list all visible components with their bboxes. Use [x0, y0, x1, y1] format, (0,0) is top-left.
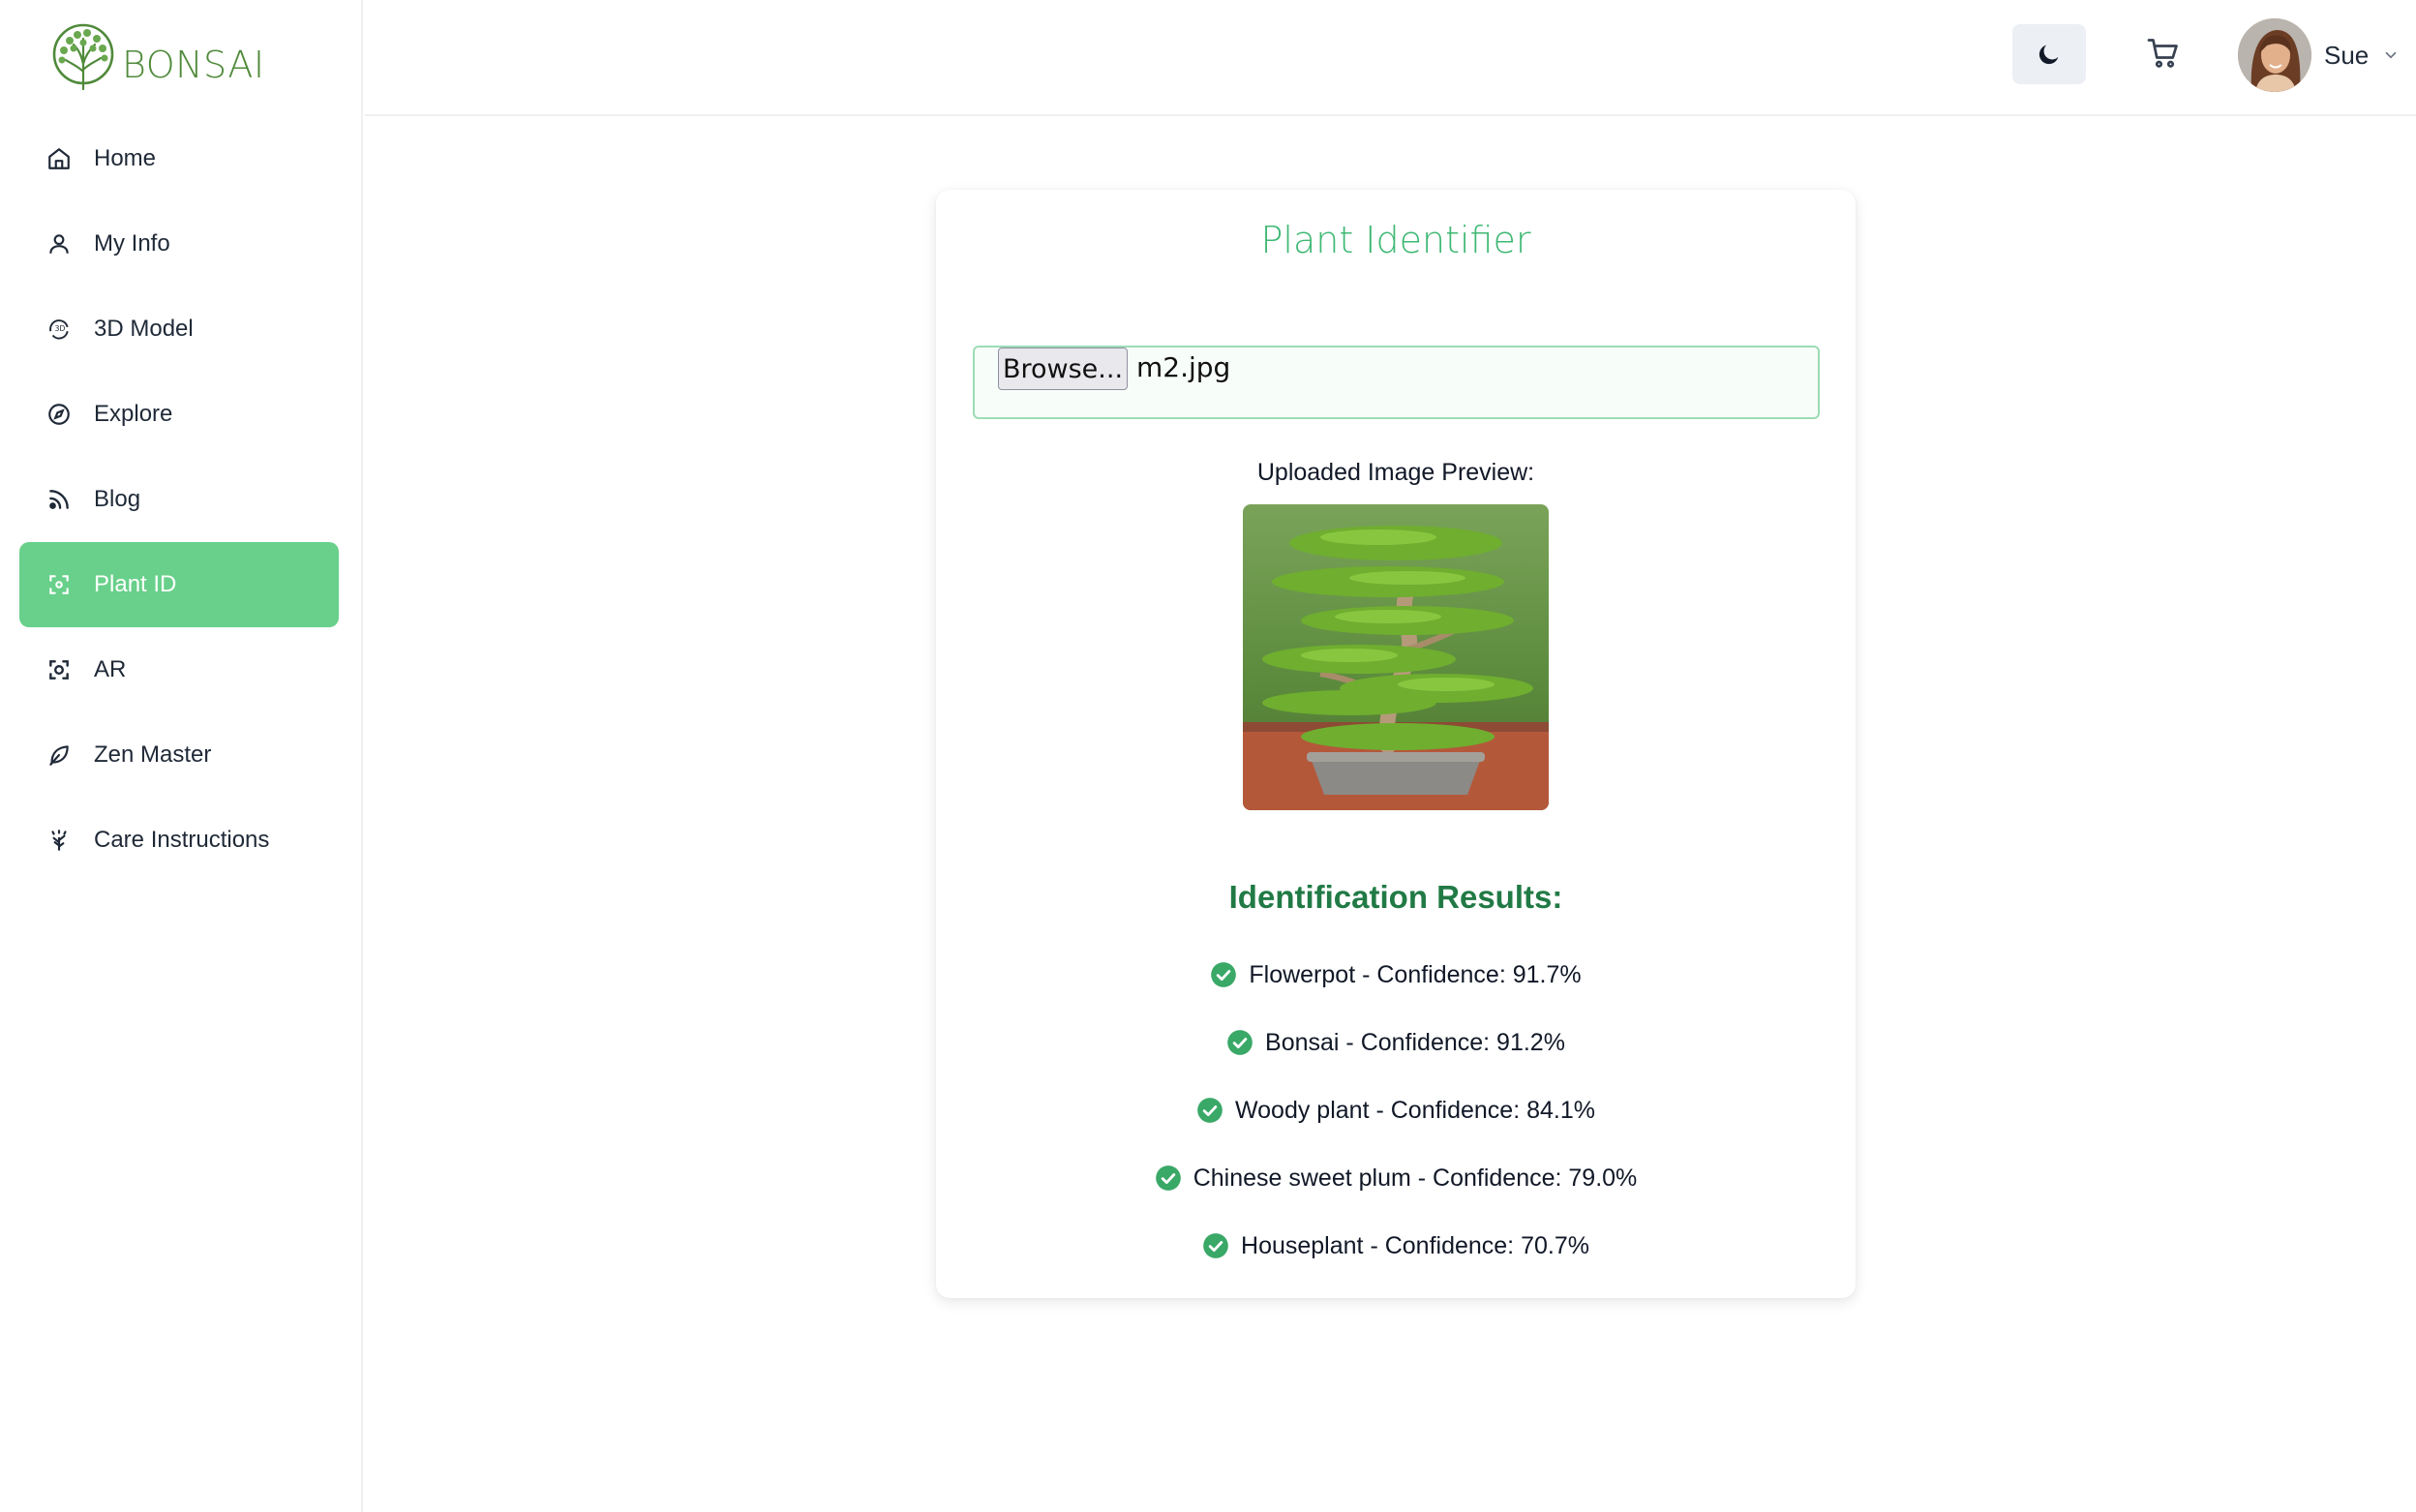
sidebar-item-explore[interactable]: Explore — [19, 372, 339, 457]
sidebar-item-care-instructions[interactable]: Care Instructions — [19, 798, 339, 883]
sidebar-item-label: Home — [94, 145, 157, 171]
sidebar-item-label: Care Instructions — [94, 827, 270, 853]
bonsai-photo — [1243, 504, 1549, 810]
result-text: Chinese sweet plum - Confidence: 79.0% — [1193, 1164, 1638, 1192]
sidebar: BONSAI Home My Info 3D 3D Model Explore — [0, 0, 363, 1512]
sidebar-nav: Home My Info 3D 3D Model Explore Blog Pl… — [19, 116, 339, 883]
user-avatar-photo — [2238, 18, 2311, 92]
results-list: Flowerpot - Confidence: 91.7% Bonsai - C… — [936, 941, 1856, 1280]
sidebar-item-label: 3D Model — [94, 316, 194, 342]
sidebar-item-label: Plant ID — [94, 571, 177, 597]
sidebar-item-my-info[interactable]: My Info — [19, 201, 339, 287]
bonsai-tree-logo-icon — [52, 23, 114, 91]
sidebar-item-zen-master[interactable]: Zen Master — [19, 712, 339, 798]
brand-name: BONSAI — [122, 44, 265, 86]
results-title: Identification Results: — [1228, 879, 1563, 915]
selected-file-name: m2.jpg — [1136, 351, 1231, 383]
sidebar-item-label: Blog — [94, 486, 141, 512]
cart-icon — [2147, 39, 2178, 68]
result-text: Flowerpot - Confidence: 91.7% — [1249, 960, 1582, 988]
check-circle-icon — [1197, 1098, 1223, 1123]
scan-icon — [45, 570, 74, 599]
chevron-down-icon — [2385, 51, 2397, 59]
check-circle-icon — [1227, 1030, 1253, 1055]
result-item: Houseplant - Confidence: 70.7% — [936, 1212, 1856, 1280]
uploaded-image-preview — [1243, 504, 1549, 810]
svg-text:3D: 3D — [55, 324, 66, 333]
result-item: Chinese sweet plum - Confidence: 79.0% — [936, 1144, 1856, 1212]
result-text: Woody plant - Confidence: 84.1% — [1235, 1096, 1595, 1124]
moon-icon — [2038, 45, 2059, 65]
brand-logo[interactable]: BONSAI — [48, 17, 265, 99]
sidebar-item-label: My Info — [94, 230, 170, 257]
result-item: Woody plant - Confidence: 84.1% — [936, 1076, 1856, 1144]
result-text: Houseplant - Confidence: 70.7% — [1241, 1231, 1589, 1259]
sprout-icon — [45, 826, 74, 855]
sidebar-item-blog[interactable]: Blog — [19, 457, 339, 542]
result-item: Flowerpot - Confidence: 91.7% — [936, 941, 1856, 1009]
rotate-3d-icon: 3D — [45, 315, 74, 344]
preview-label: Uploaded Image Preview: — [1256, 459, 1535, 486]
sidebar-item-home[interactable]: Home — [19, 116, 339, 201]
theme-toggle-button[interactable] — [2012, 24, 2086, 84]
compass-icon — [45, 400, 74, 429]
file-upload-input[interactable]: Browse... m2.jpg — [973, 346, 1820, 419]
leaf-icon — [45, 741, 74, 770]
sidebar-item-ar[interactable]: AR — [19, 627, 339, 712]
sidebar-item-label: AR — [94, 656, 127, 682]
avatar[interactable] — [2238, 18, 2311, 92]
result-text: Bonsai - Confidence: 91.2% — [1265, 1028, 1565, 1056]
plant-identifier-card: Plant Identifier Browse... m2.jpg Upload… — [936, 190, 1856, 1298]
cart-button[interactable] — [2139, 29, 2188, 77]
check-circle-icon — [1203, 1233, 1228, 1258]
check-circle-icon — [1211, 962, 1237, 987]
ar-scan-icon — [45, 655, 74, 684]
top-header: Sue — [365, 0, 2416, 116]
sidebar-item-plant-id[interactable]: Plant ID — [19, 542, 339, 627]
sidebar-item-label: Zen Master — [94, 741, 212, 768]
rss-icon — [45, 485, 74, 514]
result-item: Bonsai - Confidence: 91.2% — [936, 1009, 1856, 1076]
page-title: Plant Identifier — [1260, 219, 1531, 261]
sidebar-item-3d-model[interactable]: 3D 3D Model — [19, 287, 339, 372]
home-icon — [45, 144, 74, 173]
check-circle-icon — [1155, 1165, 1181, 1191]
user-name: Sue — [2324, 40, 2370, 70]
browse-button[interactable]: Browse... — [998, 348, 1128, 390]
user-menu[interactable]: Sue — [2238, 17, 2400, 93]
sidebar-item-label: Explore — [94, 401, 173, 427]
user-icon — [45, 229, 74, 258]
